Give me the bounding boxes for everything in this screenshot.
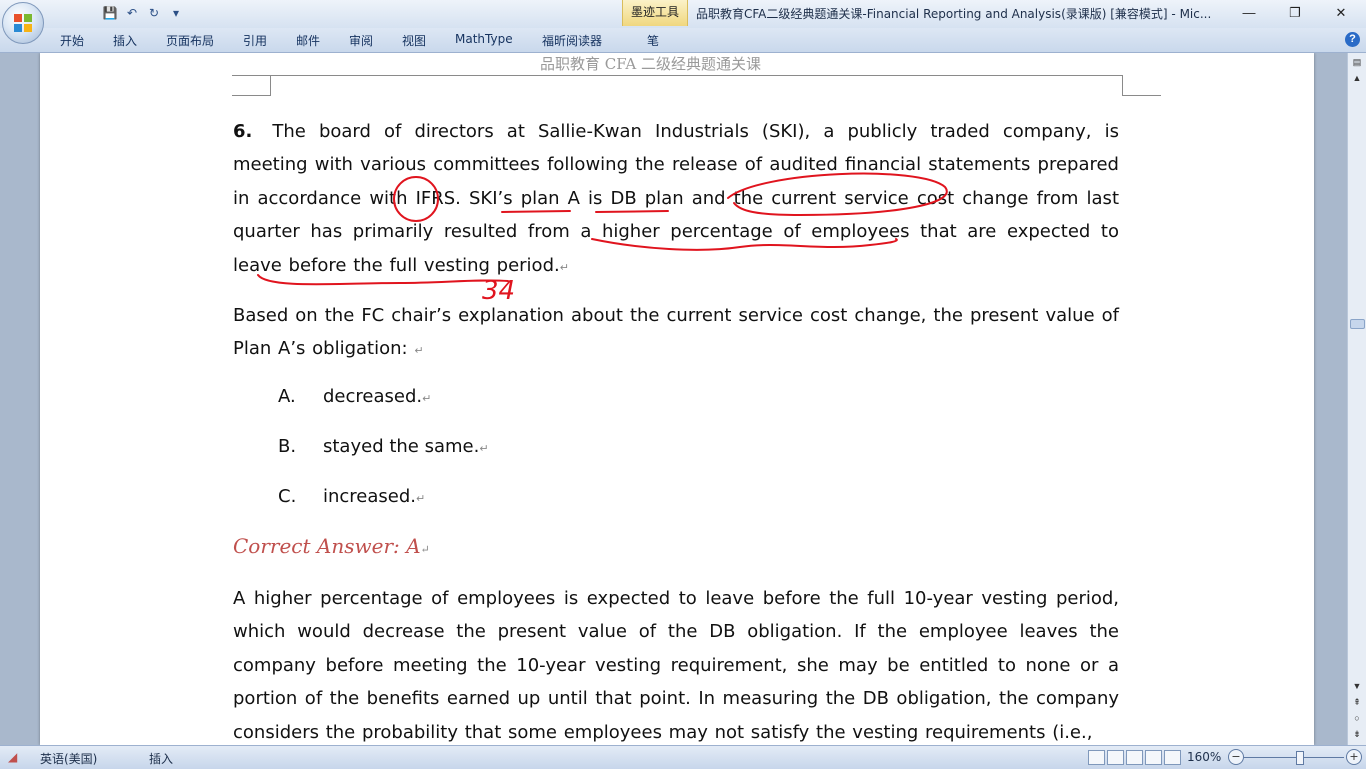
margin-marker-left [232,75,271,96]
print-layout-view-icon[interactable] [1088,750,1105,765]
office-logo-icon [14,14,32,32]
prompt-block: Based on the FC chair’s explanation abou… [233,299,1119,368]
web-layout-view-icon[interactable] [1126,750,1143,765]
tab-page-layout[interactable]: 页面布局 [166,32,214,49]
document-page[interactable]: 品职教育 CFA 二级经典题通关课 6. The board of directo… [40,53,1314,745]
correct-answer-text: Correct Answer: A [233,534,421,558]
minimize-button[interactable]: — [1234,2,1264,24]
question-number: 6. [233,121,253,142]
option-text: increased. [323,486,417,507]
scrollbar-thumb[interactable] [1350,319,1365,329]
undo-icon[interactable]: ↶ [124,5,140,21]
option-letter: A. [278,386,296,407]
margin-marker-right [1122,75,1161,96]
outline-view-icon[interactable] [1145,750,1162,765]
zoom-in-button[interactable]: + [1346,749,1362,765]
ink-tools-contextual-tab[interactable]: 墨迹工具 [622,0,688,26]
redo-icon[interactable]: ↻ [146,5,162,21]
language-indicator[interactable]: 英语(美国) [40,750,97,767]
option-c: C. increased.↵ [278,486,425,507]
paragraph-mark: ↵ [559,260,569,274]
title-bar: 💾 ↶ ↻ ▾ 墨迹工具 品职教育CFA二级经典题通关课-Financial R… [0,0,1366,28]
draft-view-icon[interactable] [1164,750,1181,765]
zoom-slider[interactable] [1244,757,1344,758]
option-b: B. stayed the same.↵ [278,436,489,457]
paragraph-mark: ↵ [420,543,430,556]
prompt-text: Based on the FC chair’s explanation abou… [233,305,1119,360]
tab-pen[interactable]: 笔 [647,32,659,49]
window-title: 品职教育CFA二级经典题通关课-Financial Reporting and … [696,7,1212,21]
quick-access-toolbar: 💾 ↶ ↻ ▾ [48,4,184,22]
explanation-block: A higher percentage of employees is expe… [233,582,1119,745]
document-area: 品职教育 CFA 二级经典题通关课 6. The board of directo… [0,53,1348,745]
page-header: 品职教育 CFA 二级经典题通关课 [540,55,761,73]
help-icon[interactable]: ? [1345,32,1360,47]
tab-foxit-reader[interactable]: 福昕阅读器 [542,32,602,49]
vertical-scrollbar[interactable]: ▤ ▲ ▼ ⇞ ○ ⇟ [1347,53,1366,745]
restore-button[interactable]: ❐ [1280,2,1310,24]
tab-review[interactable]: 审阅 [349,32,373,49]
ribbon-tabs: 开始 插入 页面布局 引用 邮件 审阅 视图 MathType 福昕阅读器 笔 … [0,28,1366,53]
paragraph-mark: ↵ [414,344,424,358]
tab-view[interactable]: 视图 [402,32,426,49]
option-letter: C. [278,486,297,507]
correct-answer: Correct Answer: A↵ [233,534,430,558]
explanation-paragraph: A higher percentage of employees is expe… [233,588,1119,743]
question-text: The board of directors at Sallie-Kwan In… [233,121,1119,276]
customize-icon[interactable]: ▾ [168,5,184,21]
ruler-toggle-icon[interactable]: ▤ [1350,55,1364,69]
save-icon[interactable]: 💾 [102,5,118,21]
paragraph-mark: ↵ [416,492,426,505]
scroll-up-icon[interactable]: ▲ [1350,71,1364,85]
close-button[interactable]: ✕ [1326,2,1356,24]
question-paragraph: 6. The board of directors at Sallie-Kwan … [233,115,1119,284]
spelling-warning-icon[interactable]: ◢ [8,750,17,764]
zoom-slider-thumb[interactable] [1296,751,1304,765]
prompt-paragraph: Based on the FC chair’s explanation abou… [233,299,1119,368]
paragraph-mark: ↵ [422,392,432,405]
tab-references[interactable]: 引用 [243,32,267,49]
option-letter: B. [278,436,297,457]
paragraph-mark: ↵ [479,442,489,455]
previous-page-icon[interactable]: ⇞ [1350,695,1364,709]
tab-home[interactable]: 开始 [60,32,84,49]
option-text: decreased. [323,386,423,407]
status-bar: ◢ 英语(美国) 插入 160% − + [0,745,1366,769]
insert-mode-indicator[interactable]: 插入 [149,750,173,767]
zoom-level[interactable]: 160% [1187,750,1221,764]
tab-mailings[interactable]: 邮件 [296,32,320,49]
full-screen-reading-view-icon[interactable] [1107,750,1124,765]
office-button[interactable] [2,2,44,44]
tab-mathtype[interactable]: MathType [455,32,513,46]
header-rule [232,75,1122,76]
question-block: 6. The board of directors at Sallie-Kwan … [233,115,1119,284]
scroll-down-icon[interactable]: ▼ [1350,679,1364,693]
zoom-out-button[interactable]: − [1228,749,1244,765]
browse-object-icon[interactable]: ○ [1350,711,1364,725]
next-page-icon[interactable]: ⇟ [1350,727,1364,741]
option-text: stayed the same. [323,436,480,457]
option-a: A. decreased.↵ [278,386,431,407]
tab-insert[interactable]: 插入 [113,32,137,49]
